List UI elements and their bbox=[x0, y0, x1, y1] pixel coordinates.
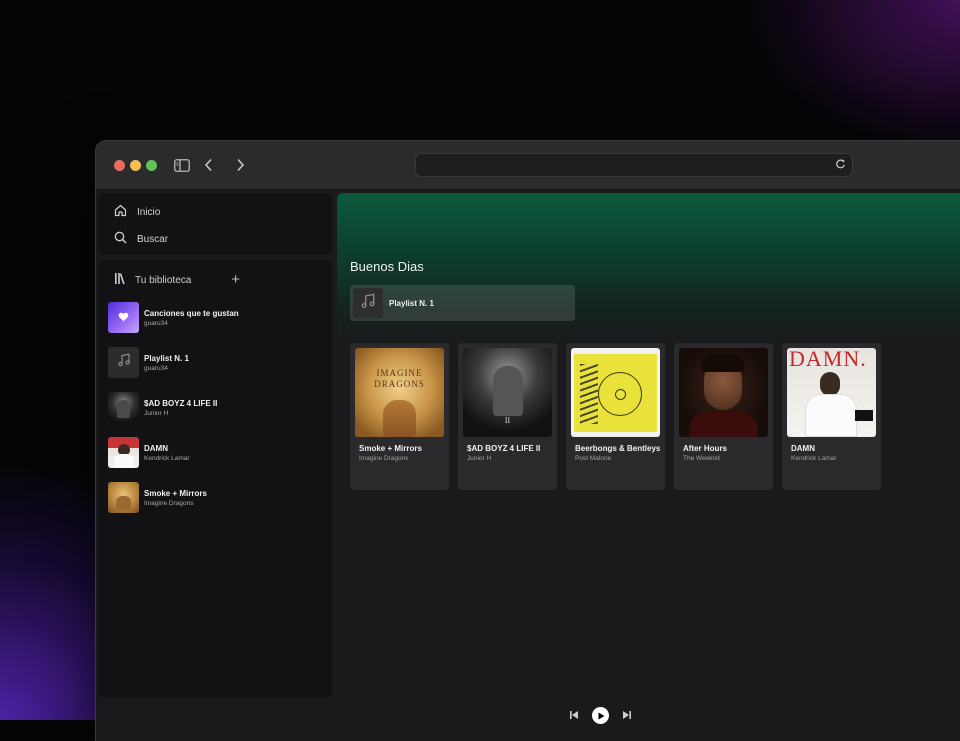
album-card-title: Smoke + Mirrors bbox=[359, 444, 422, 453]
library-list: Canciones que te gustan guaru34 Playlist … bbox=[108, 295, 328, 520]
library-item-subtitle: guaru34 bbox=[144, 364, 168, 372]
play-icon bbox=[597, 707, 605, 725]
main-content: Buenos Dias Playlist N. 1 IMAGINE DRAGON… bbox=[337, 193, 960, 698]
playlist-cover bbox=[353, 288, 383, 318]
album-cover-afterhours bbox=[679, 348, 768, 437]
cover-shirt bbox=[114, 454, 134, 468]
library-item-smoke[interactable]: Smoke + Mirrors Imagine Dragons bbox=[108, 475, 328, 520]
cover-suit bbox=[689, 412, 758, 437]
library-title: Tu biblioteca bbox=[135, 274, 192, 286]
album-card-subtitle: Imagine Dragons bbox=[359, 455, 409, 462]
cover-scribble bbox=[580, 364, 598, 424]
library-icon bbox=[114, 272, 127, 288]
music-note-icon bbox=[117, 353, 131, 372]
library-item-liked-songs[interactable]: Canciones que te gustan guaru34 bbox=[108, 295, 328, 340]
album-cover-sadboyz bbox=[108, 392, 139, 423]
album-card-sadboyz[interactable]: II $AD BOYZ 4 LIFE II Junior H bbox=[458, 343, 557, 490]
cover-text: II bbox=[504, 416, 511, 425]
library-panel: Tu biblioteca + Canciones que te gustan g… bbox=[98, 260, 332, 698]
nav-item-label: Buscar bbox=[137, 233, 169, 245]
library-item-title: $AD BOYZ 4 LIFE II bbox=[144, 398, 218, 408]
quick-pick-title: Playlist N. 1 bbox=[389, 298, 434, 308]
cover-hands bbox=[116, 496, 131, 510]
album-card-title: $AD BOYZ 4 LIFE II bbox=[467, 444, 541, 453]
play-button[interactable] bbox=[592, 707, 609, 724]
cover-shirt bbox=[805, 394, 857, 437]
album-card-subtitle: Kendrick Lamar bbox=[791, 455, 837, 462]
close-window-button[interactable] bbox=[114, 160, 125, 171]
library-item-subtitle: Kendrick Lamar bbox=[144, 454, 190, 462]
album-cover-damn: DAMN. bbox=[787, 348, 876, 437]
cover-text: DAMN. bbox=[789, 348, 867, 371]
album-card-title: Beerbongs & Bentleys bbox=[575, 444, 661, 453]
greeting-heading: Buenos Dias bbox=[350, 259, 424, 274]
nav-item-label: Inicio bbox=[137, 206, 161, 218]
reload-icon[interactable] bbox=[835, 158, 846, 173]
cover-text: IMAGINE DRAGONS bbox=[374, 368, 425, 389]
playlist-cover bbox=[108, 347, 139, 378]
library-item-damn[interactable]: DAMN Kendrick Lamar bbox=[108, 430, 328, 475]
browser-window: Inicio Buscar Tu biblioteca + Canciones … bbox=[96, 141, 960, 741]
cover-hands bbox=[383, 400, 416, 437]
cover-hair bbox=[701, 354, 745, 372]
sidebar-toggle-icon[interactable] bbox=[174, 155, 190, 175]
album-card-subtitle: Junior H bbox=[467, 455, 492, 462]
nav-panel: Inicio Buscar bbox=[98, 193, 332, 255]
cover-advisory-label bbox=[855, 410, 873, 421]
album-card-subtitle: The Weeknd bbox=[683, 455, 720, 462]
nav-item-home[interactable]: Inicio bbox=[114, 202, 160, 222]
library-item-title: Smoke + Mirrors bbox=[144, 488, 207, 498]
album-card-title: After Hours bbox=[683, 444, 728, 453]
zoom-window-button[interactable] bbox=[146, 160, 157, 171]
liked-songs-cover bbox=[108, 302, 139, 333]
address-bar[interactable] bbox=[415, 153, 853, 177]
library-item-subtitle: guaru34 bbox=[144, 319, 168, 327]
forward-icon[interactable] bbox=[235, 155, 245, 175]
title-bar bbox=[96, 141, 960, 190]
album-grid: IMAGINE DRAGONS Smoke + Mirrors Imagine … bbox=[350, 343, 881, 490]
cover-cd-case bbox=[574, 354, 657, 432]
cover-figure bbox=[493, 366, 523, 416]
library-item-subtitle: Junior H bbox=[144, 409, 169, 417]
back-icon[interactable] bbox=[204, 155, 214, 175]
cover-disc-hole bbox=[615, 389, 626, 400]
album-card-afterhours[interactable]: After Hours The Weeknd bbox=[674, 343, 773, 490]
album-card-beerbongs[interactable]: Beerbongs & Bentleys Post Malone bbox=[566, 343, 665, 490]
album-cover-smoke bbox=[108, 482, 139, 513]
heart-icon bbox=[118, 309, 129, 327]
cover-figure bbox=[117, 400, 130, 418]
library-item-title: DAMN bbox=[144, 443, 168, 453]
library-item-title: Canciones que te gustan bbox=[144, 308, 239, 318]
player-bar bbox=[96, 701, 960, 741]
quick-pick-card[interactable]: Playlist N. 1 bbox=[350, 285, 575, 321]
album-card-title: DAMN bbox=[791, 444, 815, 453]
minimize-window-button[interactable] bbox=[130, 160, 141, 171]
album-cover-beerbongs bbox=[571, 348, 660, 437]
home-icon bbox=[114, 204, 127, 220]
album-card-subtitle: Post Malone bbox=[575, 455, 612, 462]
add-playlist-button[interactable]: + bbox=[231, 272, 240, 287]
search-icon bbox=[114, 231, 127, 247]
cover-head bbox=[820, 372, 840, 396]
library-item-subtitle: Imagine Dragons bbox=[144, 499, 194, 507]
album-cover-smoke: IMAGINE DRAGONS bbox=[355, 348, 444, 437]
library-header[interactable]: Tu biblioteca + bbox=[114, 270, 316, 290]
album-cover-damn bbox=[108, 437, 139, 468]
album-card-smoke[interactable]: IMAGINE DRAGONS Smoke + Mirrors Imagine … bbox=[350, 343, 449, 490]
library-item-title: Playlist N. 1 bbox=[144, 353, 189, 363]
music-note-icon bbox=[360, 293, 376, 314]
library-item-sadboyz[interactable]: $AD BOYZ 4 LIFE II Junior H bbox=[108, 385, 328, 430]
album-cover-sadboyz: II bbox=[463, 348, 552, 437]
library-item-playlist[interactable]: Playlist N. 1 guaru34 bbox=[108, 340, 328, 385]
album-card-damn[interactable]: DAMN. DAMN Kendrick Lamar bbox=[782, 343, 881, 490]
next-icon[interactable] bbox=[622, 710, 632, 720]
nav-item-search[interactable]: Buscar bbox=[114, 229, 168, 249]
previous-icon[interactable] bbox=[569, 710, 579, 720]
